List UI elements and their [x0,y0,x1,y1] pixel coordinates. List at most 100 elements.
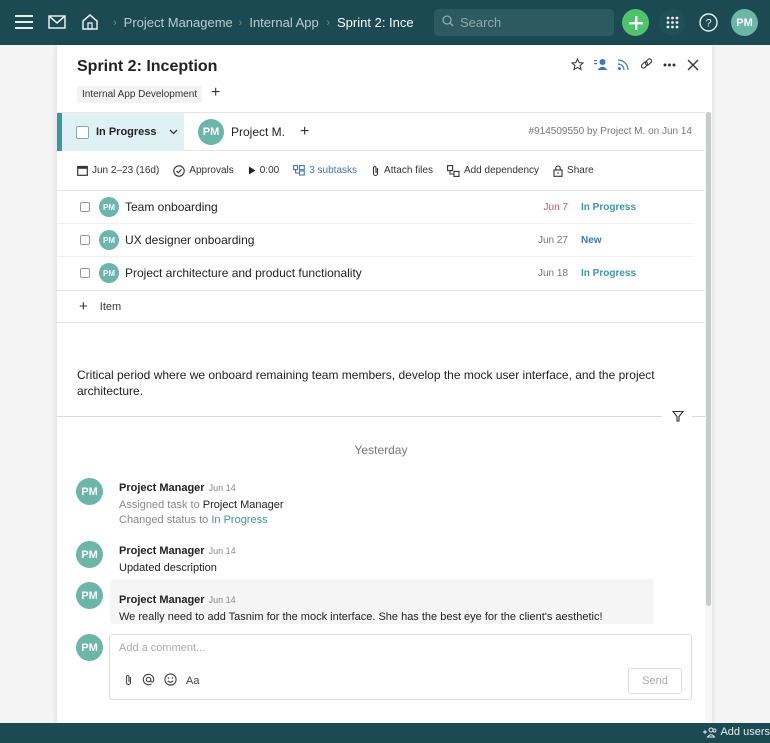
add-users-button[interactable]: Add users [703,726,770,738]
assign-user-icon[interactable] [593,57,608,72]
add-assignee-button[interactable]: + [300,123,309,141]
calendar-icon [77,165,88,176]
subtask-status[interactable]: New [581,235,602,246]
add-dependency-label: Add dependency [463,165,540,176]
close-icon[interactable] [685,57,700,72]
task-description[interactable]: Critical period where we onboard remaini… [77,367,677,399]
mail-icon[interactable] [45,10,69,34]
comment-text: We really need to add Tasnim for the moc… [119,611,603,623]
status-dropdown[interactable]: In Progress [57,113,184,151]
timer-label: 0:00 [259,165,280,176]
play-icon [248,166,256,175]
subtask-assignee-avatar: PM [99,263,119,283]
menu-icon[interactable] [12,10,36,34]
add-tag-button[interactable]: + [211,85,220,101]
lock-icon [553,164,563,177]
mention-icon[interactable] [142,673,155,689]
task-title[interactable]: Sprint 2: Inception [77,58,217,76]
help-icon: ? [699,13,718,32]
home-icon[interactable] [78,10,102,34]
subtask-due-date[interactable]: Jun 7 [544,202,568,213]
subtask-row[interactable]: PM Team onboarding Jun 7 In Progress [57,191,692,224]
paperclip-icon [372,165,379,176]
create-new-button[interactable] [622,9,649,36]
link-icon[interactable] [639,57,654,72]
timer-button[interactable]: 0:00 [248,165,279,176]
subtask-name[interactable]: UX designer onboarding [125,233,254,247]
help-button[interactable]: ? [695,9,722,36]
more-options-icon[interactable] [662,57,677,72]
filter-icon[interactable] [671,409,686,423]
activity-author: Project Manager [119,545,205,557]
subtask-due-date[interactable]: Jun 27 [538,235,568,246]
search-box[interactable] [434,9,614,36]
assignee[interactable]: PM Project M. + [198,119,309,145]
divider [57,416,662,417]
add-dependency-button[interactable]: Add dependency [447,164,540,177]
search-icon [442,15,454,30]
breadcrumb-item[interactable]: Project Managemen [124,15,232,30]
divider [692,416,705,417]
comment-box[interactable]: Aa Send [109,634,692,700]
apps-grid-button[interactable] [659,9,686,36]
subtask-status[interactable]: In Progress [581,268,636,279]
plus-icon: + [79,298,88,315]
scrollbar[interactable] [705,112,712,723]
apps-grid-icon [666,16,679,29]
star-icon[interactable] [570,57,585,72]
subtask-name[interactable]: Project architecture and product functio… [125,266,362,280]
activity-text: Updated description [119,562,217,574]
task-detail-panel: Sprint 2: Inception Internal App Develop… [57,45,712,723]
approvals-button[interactable]: Approvals [173,164,234,177]
assignee-name: Project M. [231,125,286,139]
subtask-due-date[interactable]: Jun 18 [538,268,568,279]
subtask-assignee-avatar: PM [99,230,119,250]
task-header-actions [570,57,700,72]
activity-author: Project Manager [119,482,205,494]
attach-files-button[interactable]: Attach files [371,165,433,177]
assignee-avatar: PM [198,119,224,145]
approvals-label: Approvals [189,165,234,176]
bottom-bar: Add users [0,723,770,743]
activity-status-value: In Progress [211,514,268,526]
subtask-row[interactable]: PM Project architecture and product func… [57,257,692,290]
subtask-row[interactable]: PM UX designer onboarding Jun 27 New [57,224,692,257]
project-tag[interactable]: Internal App Development [77,86,203,103]
add-subtask-button[interactable]: + Item [57,290,705,323]
comment-author: Project Manager [119,594,205,606]
activity-day-label: Yesterday [354,443,408,457]
comment-input[interactable] [119,642,599,654]
date-range-button[interactable]: Jun 2–23 (16d) [77,165,159,176]
subtask-checkbox[interactable] [80,235,90,245]
subtasks-label: 3 subtasks [309,165,358,176]
attach-files-label: Attach files [384,165,433,176]
subtasks-button[interactable]: 3 subtasks [293,165,357,176]
paperclip-icon[interactable] [124,674,133,689]
activity-text: Changed status to [119,514,212,526]
subscribe-feed-icon[interactable] [616,57,631,72]
search-input[interactable] [460,15,600,30]
add-subtask-label: Item [99,300,122,313]
add-users-label: Add users [720,726,770,738]
subtasks-icon [293,165,306,176]
user-avatar[interactable]: PM [731,9,758,36]
activity-avatar: PM [76,478,103,505]
subtask-status[interactable]: In Progress [581,202,636,213]
complete-checkbox[interactable] [76,125,89,139]
text-format-button[interactable]: Aa [186,675,199,687]
emoji-icon[interactable] [164,673,177,689]
subtask-name[interactable]: Team onboarding [125,200,218,214]
subtask-checkbox[interactable] [80,202,90,212]
share-button[interactable]: Share [553,164,594,177]
comment-date: Jun 14 [208,595,236,605]
chevron-down-icon [169,127,178,138]
scrollbar-thumb[interactable] [706,112,711,606]
subtask-checkbox[interactable] [80,268,90,278]
activity-date: Jun 14 [208,483,236,493]
breadcrumb-item[interactable]: Internal App I [249,15,319,30]
task-toolbar: Jun 2–23 (16d) Approvals 0:00 3 subtasks… [77,151,608,190]
send-button[interactable]: Send [628,668,682,694]
chevron-right-icon: › [113,16,117,29]
status-assignee-row: In Progress PM Project M. + #914509550 b… [57,112,705,151]
breadcrumb-current[interactable]: Sprint 2: Incep [337,15,413,30]
